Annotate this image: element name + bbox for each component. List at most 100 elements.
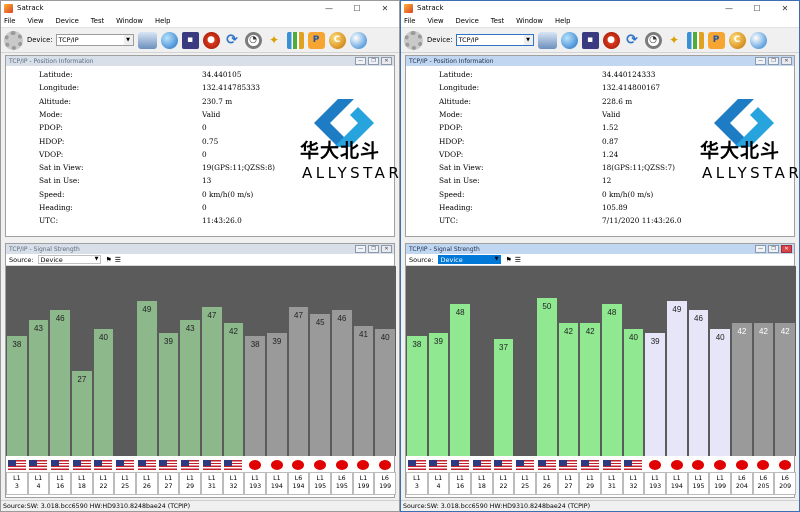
panel-restore-button[interactable]: ❐ xyxy=(768,57,779,65)
chevron-down-icon[interactable]: ▼ xyxy=(495,256,499,262)
position-row: Heading: 0 xyxy=(6,203,394,216)
position-icon[interactable]: P xyxy=(707,31,725,49)
chevron-down-icon[interactable]: ▼ xyxy=(95,256,99,262)
device-select[interactable]: TCP/IP ▼ xyxy=(455,34,534,46)
usa-flag-icon xyxy=(493,459,515,470)
list-icon[interactable]: ☰ xyxy=(115,256,121,264)
position-icon[interactable]: P xyxy=(307,31,325,49)
menu-device[interactable]: Device xyxy=(456,17,479,25)
title-bar[interactable]: Satrack — ☐ ✕ xyxy=(401,1,799,15)
device-select[interactable]: TCP/IP ▼ xyxy=(55,34,134,46)
maximize-button[interactable]: ☐ xyxy=(743,1,771,15)
menu-help[interactable]: Help xyxy=(155,17,171,25)
minimize-button[interactable]: — xyxy=(315,1,343,15)
signal-value-label: 50 xyxy=(542,301,552,311)
menu-help[interactable]: Help xyxy=(555,17,571,25)
menu-file[interactable]: File xyxy=(4,17,15,25)
source-select[interactable]: Device ▼ xyxy=(437,255,501,264)
position-label: Sat in Use: xyxy=(39,176,80,186)
menu-test[interactable]: Test xyxy=(491,17,504,25)
network-icon[interactable] xyxy=(349,31,367,49)
usa-flag-icon xyxy=(49,459,71,470)
panel-minimize-button[interactable]: — xyxy=(755,57,766,65)
menu-view[interactable]: View xyxy=(27,17,43,25)
source-select[interactable]: Device ▼ xyxy=(37,255,101,264)
flag-icon[interactable]: ⚑ xyxy=(106,256,112,264)
panel-minimize-button[interactable]: — xyxy=(355,57,366,65)
panel-restore-button[interactable]: ❐ xyxy=(368,245,379,253)
position-label: HDOP: xyxy=(39,136,65,146)
signal-column xyxy=(471,266,493,456)
settings-gear-icon[interactable] xyxy=(404,30,423,50)
signal-value-label: 40 xyxy=(629,333,638,343)
signal-value-label: 46 xyxy=(55,314,65,324)
position-panel-titlebar[interactable]: TCP/IP - Position Information — ❐ ✕ xyxy=(406,56,794,66)
save-icon[interactable]: ▪ xyxy=(581,31,599,49)
position-value: 11:43:26.0 xyxy=(202,216,242,226)
satellite-icon[interactable]: ✦ xyxy=(266,32,283,49)
panel-restore-button[interactable]: ❐ xyxy=(768,245,779,253)
save-icon[interactable]: ▪ xyxy=(181,31,199,49)
japan-flag-icon xyxy=(288,459,310,470)
network-icon[interactable] xyxy=(749,31,767,49)
panel-close-button[interactable]: ✕ xyxy=(381,245,392,253)
connect-icon[interactable] xyxy=(537,31,557,49)
signal-column: 43 xyxy=(179,266,201,456)
panel-close-button[interactable]: ✕ xyxy=(381,57,392,65)
menu-file[interactable]: File xyxy=(404,17,415,25)
compass-icon[interactable]: C xyxy=(728,31,746,49)
list-icon[interactable]: ☰ xyxy=(515,256,521,264)
panel-minimize-button[interactable]: — xyxy=(355,245,366,253)
panel-close-button[interactable]: ✕ xyxy=(781,57,792,65)
panel-close-button[interactable]: ✕ xyxy=(781,245,792,253)
signal-column xyxy=(114,266,136,456)
refresh-icon[interactable]: ⟳ xyxy=(224,32,241,49)
usa-flag-icon xyxy=(201,459,223,470)
panel-restore-button[interactable]: ❐ xyxy=(368,57,379,65)
satellite-id-label: L6 195 xyxy=(331,472,353,495)
satellite-id-label: L1 31 xyxy=(601,472,623,495)
timer-icon[interactable]: ◔ xyxy=(244,31,262,49)
usa-flag-icon xyxy=(449,459,471,470)
window-title: Satrack xyxy=(417,4,444,12)
maximize-button[interactable]: ☐ xyxy=(343,1,371,15)
logo-english-text: ALLYSTAR xyxy=(302,164,400,182)
stop-icon[interactable]: ● xyxy=(202,31,220,49)
menu-test[interactable]: Test xyxy=(91,17,104,25)
usa-flag-icon xyxy=(558,459,580,470)
connect-icon[interactable] xyxy=(137,31,157,49)
satellite-id-label: L6 204 xyxy=(731,472,753,495)
globe-icon[interactable] xyxy=(160,31,178,49)
menu-device[interactable]: Device xyxy=(56,17,79,25)
satellite-id-label: L1 4 xyxy=(427,472,450,495)
signal-panel-titlebar[interactable]: TCP/IP - Signal Strength — ❐ ✕ xyxy=(6,244,394,254)
compass-icon[interactable]: C xyxy=(328,31,346,49)
signal-chart-icon[interactable] xyxy=(686,31,704,49)
menu-window[interactable]: Window xyxy=(516,17,543,25)
stop-icon[interactable]: ● xyxy=(602,31,620,49)
signal-chart-icon[interactable] xyxy=(286,31,304,49)
position-label: Altitude: xyxy=(439,96,471,106)
menu-window[interactable]: Window xyxy=(116,17,143,25)
globe-icon[interactable] xyxy=(560,31,578,49)
panel-minimize-button[interactable]: — xyxy=(755,245,766,253)
flag-icon[interactable]: ⚑ xyxy=(506,256,512,264)
settings-gear-icon[interactable] xyxy=(4,30,23,50)
signal-value-label: 48 xyxy=(607,308,617,317)
satellite-icon[interactable]: ✦ xyxy=(666,32,683,49)
close-button[interactable]: ✕ xyxy=(371,1,399,15)
chevron-down-icon[interactable]: ▼ xyxy=(123,35,133,45)
position-label: Altitude: xyxy=(39,96,71,106)
signal-value-label: 40 xyxy=(715,333,725,343)
timer-icon[interactable]: ◔ xyxy=(644,31,662,49)
minimize-button[interactable]: — xyxy=(715,1,743,15)
source-select-value: Device xyxy=(440,255,463,264)
close-button[interactable]: ✕ xyxy=(771,1,799,15)
refresh-icon[interactable]: ⟳ xyxy=(624,32,641,49)
signal-panel-titlebar[interactable]: TCP/IP - Signal Strength — ❐ ✕ xyxy=(406,244,794,254)
menu-view[interactable]: View xyxy=(427,17,443,25)
position-panel-titlebar[interactable]: TCP/IP - Position Information — ❐ ✕ xyxy=(6,56,394,66)
chevron-down-icon[interactable]: ▼ xyxy=(523,35,533,45)
title-bar[interactable]: Satrack — ☐ ✕ xyxy=(1,1,399,15)
position-value: 18(GPS:11;QZSS:7) xyxy=(602,163,675,173)
